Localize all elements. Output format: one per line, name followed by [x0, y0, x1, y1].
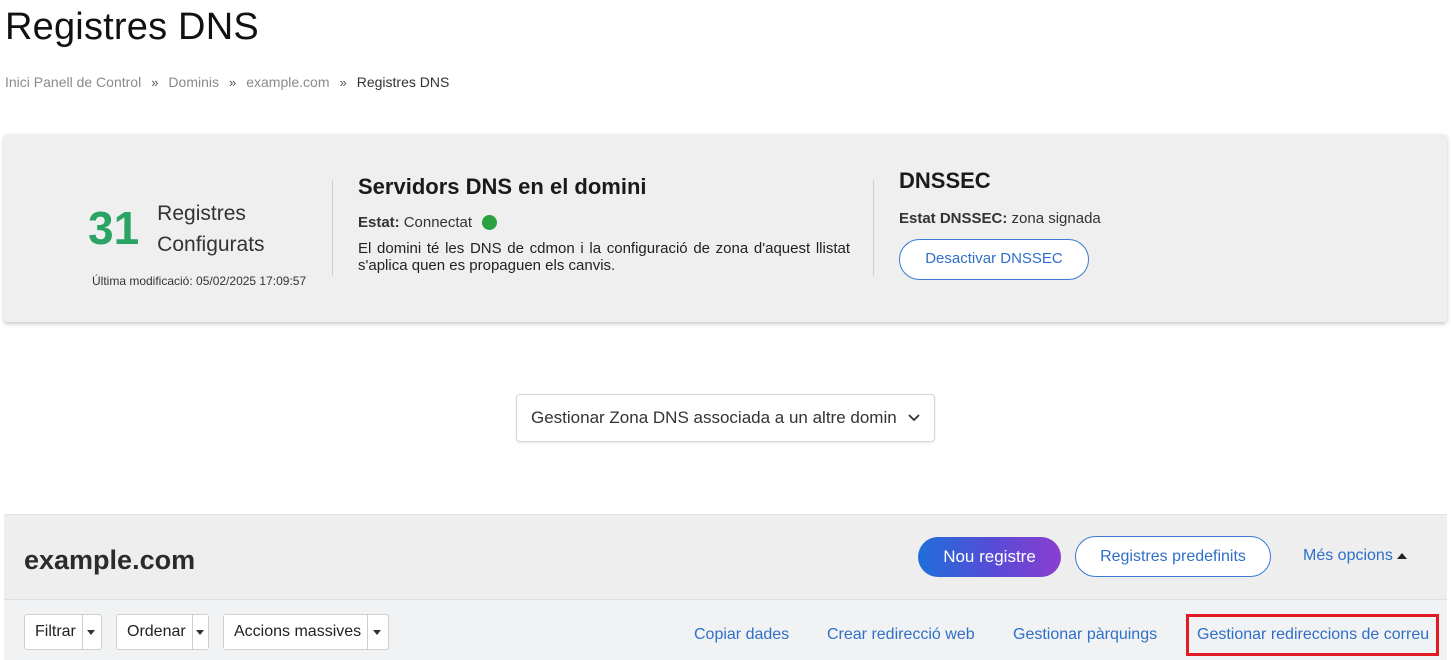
zone-dns-select[interactable]: Gestionar Zona DNS associada a un altre …: [516, 394, 935, 442]
dns-servers-section: Servidors DNS en el domini Estat: Connec…: [358, 174, 850, 274]
dns-status: Estat: Connectat: [358, 214, 850, 231]
records-count-label-1: Registres: [157, 202, 246, 225]
caret-down-icon[interactable]: [191, 615, 208, 649]
dnssec-status-value: zona signada: [1011, 210, 1101, 227]
divider: [332, 180, 333, 276]
domain-panel: example.com Nou registre Registres prede…: [4, 514, 1447, 660]
breadcrumb-domain[interactable]: example.com: [246, 74, 329, 90]
sort-label: Ordenar: [127, 623, 186, 640]
summary-card: 31 Registres Configurats Última modifica…: [4, 134, 1447, 322]
caret-down-icon[interactable]: [367, 615, 385, 649]
breadcrumb-separator: »: [229, 74, 237, 90]
predefined-records-button[interactable]: Registres predefinits: [1075, 536, 1271, 577]
bulk-actions-button[interactable]: Accions massives: [223, 614, 389, 650]
dnssec-status: Estat DNSSEC: zona signada: [899, 210, 1101, 227]
highlight-box: [1186, 614, 1439, 656]
dns-description: El domini té les DNS de cdmon i la confi…: [358, 240, 850, 274]
bulk-actions-label: Accions massives: [234, 623, 362, 640]
dns-status-value: Connectat: [403, 214, 473, 231]
breadcrumb-domains[interactable]: Dominis: [168, 74, 219, 90]
breadcrumb-separator: »: [151, 74, 159, 90]
zone-dns-select-value: Gestionar Zona DNS associada a un altre …: [531, 408, 897, 427]
dns-servers-title: Servidors DNS en el domini: [358, 174, 647, 199]
breadcrumb-current: Registres DNS: [356, 74, 450, 90]
records-count-label-2: Configurats: [157, 233, 265, 256]
divider: [873, 180, 874, 276]
copy-data-link[interactable]: Copiar dades: [694, 626, 789, 644]
more-options-button[interactable]: Més opcions: [1303, 547, 1407, 565]
sort-button[interactable]: Ordenar: [116, 614, 209, 650]
chevron-down-icon: [908, 411, 920, 425]
deactivate-dnssec-button[interactable]: Desactivar DNSSEC: [899, 239, 1089, 280]
records-count-block: 31 Registres Configurats: [88, 198, 265, 260]
caret-down-icon[interactable]: [81, 615, 100, 649]
new-record-button[interactable]: Nou registre: [918, 537, 1061, 577]
records-toolbar: Filtrar Ordenar Accions massives Copiar …: [4, 599, 1447, 660]
more-options-label: Més opcions: [1303, 547, 1393, 564]
manage-parking-link[interactable]: Gestionar pàrquings: [1013, 626, 1157, 644]
dnssec-title: DNSSEC: [899, 168, 991, 193]
domain-name: example.com: [24, 545, 196, 575]
breadcrumb-separator: »: [339, 74, 347, 90]
breadcrumb: Inici Panell de Control » Dominis » exam…: [5, 74, 449, 90]
dnssec-status-label: Estat DNSSEC:: [899, 210, 1008, 227]
dnssec-section: DNSSEC Estat DNSSEC: zona signada Desact…: [899, 168, 1101, 280]
last-modified: Última modificació: 05/02/2025 17:09:57: [92, 274, 307, 288]
create-web-redirect-link[interactable]: Crear redirecció web: [827, 626, 975, 644]
filter-button[interactable]: Filtrar: [24, 614, 102, 650]
dns-status-label: Estat:: [358, 214, 400, 231]
breadcrumb-home[interactable]: Inici Panell de Control: [5, 74, 141, 90]
page-title: Registres DNS: [5, 6, 259, 48]
caret-up-icon: [1396, 553, 1407, 559]
records-count: 31: [88, 202, 140, 254]
status-dot-icon: [482, 215, 498, 230]
filter-label: Filtrar: [35, 623, 76, 640]
